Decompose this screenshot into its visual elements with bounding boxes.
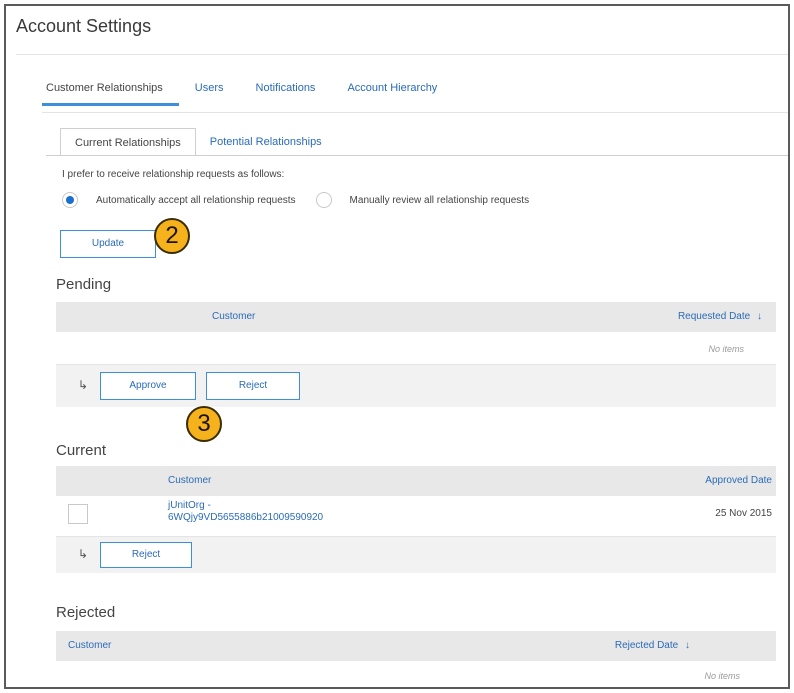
radio-auto-accept[interactable] <box>62 192 78 208</box>
customer-name: jUnitOrg - <box>168 500 211 511</box>
tab-notifications[interactable]: Notifications <box>240 76 332 106</box>
sub-tab-bar: Current Relationships Potential Relation… <box>60 128 336 156</box>
main-tabs-divider <box>42 112 788 113</box>
preference-options: Automatically accept all relationship re… <box>62 192 549 208</box>
radio-manual-review[interactable] <box>315 192 332 208</box>
rejected-col-customer[interactable]: Customer <box>68 640 111 651</box>
current-reject-button[interactable]: Reject <box>100 542 192 568</box>
title-divider <box>16 54 788 55</box>
tab-users[interactable]: Users <box>179 76 240 106</box>
rejected-col-rejected-date[interactable]: Rejected Date ↓ <box>615 640 690 651</box>
pending-empty-text: No items <box>708 344 744 354</box>
current-table-header: Customer Approved Date <box>56 466 776 496</box>
page-title: Account Settings <box>16 16 152 36</box>
row-action-arrow-icon: ↳ <box>78 547 89 561</box>
pending-action-bar: ↳ Approve Reject <box>56 364 776 407</box>
current-customer-link[interactable]: jUnitOrg - 6WQjy9VD5655886b21009590920 <box>168 500 323 524</box>
pending-col-customer[interactable]: Customer <box>212 311 255 322</box>
customer-id: 6WQjy9VD5655886b21009590920 <box>168 512 324 523</box>
pending-table-header: Customer Requested Date ↓ <box>56 302 776 332</box>
current-action-bar: ↳ Reject <box>56 536 776 573</box>
sort-down-icon: ↓ <box>685 640 690 651</box>
pending-section-title: Pending <box>56 276 112 293</box>
screenshot-frame: Account Settings Customer Relationships … <box>4 4 790 689</box>
tab-customer-relationships[interactable]: Customer Relationships <box>42 76 179 106</box>
subtab-potential-relationships[interactable]: Potential Relationships <box>196 128 336 156</box>
subtab-current-relationships[interactable]: Current Relationships <box>60 128 196 156</box>
row-select-checkbox[interactable] <box>68 504 88 524</box>
rejected-section-title: Rejected <box>56 604 116 621</box>
current-col-approved-date[interactable]: Approved Date <box>705 475 772 486</box>
current-section-title: Current <box>56 442 107 459</box>
main-tab-bar: Customer Relationships Users Notificatio… <box>42 76 453 112</box>
rejected-table-header: Customer Rejected Date ↓ <box>56 631 776 661</box>
tab-account-hierarchy[interactable]: Account Hierarchy <box>331 76 453 106</box>
row-action-arrow-icon: ↳ <box>78 378 89 392</box>
preference-prompt: I prefer to receive relationship request… <box>62 169 285 180</box>
pending-col-requested-date-label: Requested Date <box>677 311 751 322</box>
radio-manual-review-label[interactable]: Manually review all relationship request… <box>350 195 530 206</box>
current-col-customer[interactable]: Customer <box>168 475 211 486</box>
pending-col-requested-date[interactable]: Requested Date ↓ <box>678 311 762 322</box>
radio-auto-accept-label[interactable]: Automatically accept all relationship re… <box>96 195 296 206</box>
sub-tabs-divider <box>46 155 788 156</box>
rejected-col-rejected-date-label: Rejected Date <box>614 640 679 651</box>
current-approved-date: 25 Nov 2015 <box>715 508 772 519</box>
step-3-callout: 3 <box>186 406 222 442</box>
sort-down-icon: ↓ <box>757 311 762 322</box>
rejected-empty-text: No items <box>704 671 740 681</box>
approve-button[interactable]: Approve <box>100 372 196 400</box>
step-2-callout: 2 <box>154 218 190 254</box>
pending-reject-button[interactable]: Reject <box>206 372 300 400</box>
update-button[interactable]: Update <box>60 230 156 258</box>
